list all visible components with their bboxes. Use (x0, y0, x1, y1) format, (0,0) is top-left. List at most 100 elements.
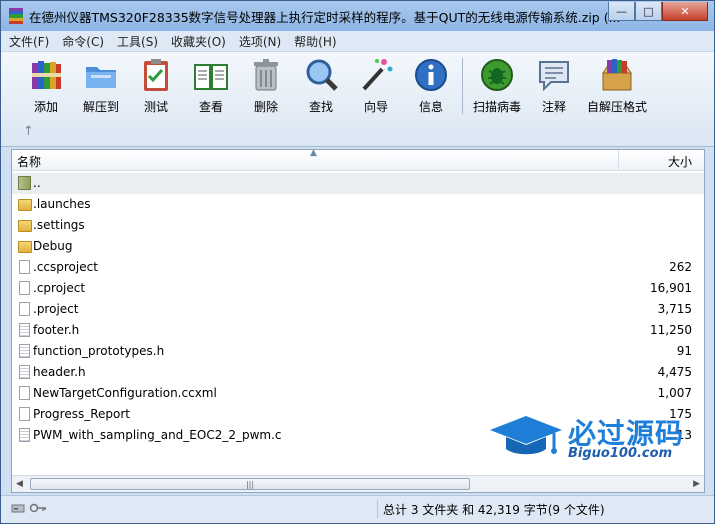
file-name: Debug (33, 239, 73, 253)
close-button[interactable]: ✕ (662, 2, 708, 21)
view-label: 查看 (198, 100, 223, 114)
magnifier-icon (302, 56, 340, 94)
scroll-right-icon[interactable]: ▶ (693, 479, 700, 489)
list-header: 名称 ▲ 大小 (12, 148, 704, 171)
menu-commands[interactable]: 命令(C) (62, 33, 104, 50)
key-icon[interactable] (29, 502, 47, 514)
file-name: header.h (33, 365, 86, 379)
sfx-label: 自解压格式 (587, 100, 648, 114)
find-label: 查找 (308, 100, 333, 114)
scrollbar-grip-icon: ||| (245, 479, 255, 489)
text-file-icon (19, 365, 30, 379)
extract-to-label: 解压到 (82, 100, 119, 114)
clipboard-check-icon (137, 56, 175, 94)
virus-scan-icon (478, 56, 516, 94)
comment-icon (535, 56, 573, 94)
list-item[interactable]: .cproject 16,901 (12, 278, 704, 299)
file-list[interactable]: 名称 ▲ 大小 .. .launches .settings Debug .cc… (11, 148, 705, 493)
test-label: 测试 (143, 100, 168, 114)
menu-tools[interactable]: 工具(S) (117, 33, 158, 50)
file-size: 1,007 (657, 386, 692, 400)
toolbar-separator (462, 58, 463, 114)
list-item[interactable]: footer.h 11,250 (12, 320, 704, 341)
info-button[interactable]: 信息 (405, 56, 457, 115)
file-icon (19, 386, 30, 400)
file-name: footer.h (33, 323, 80, 337)
maximize-button[interactable]: □ (635, 2, 662, 21)
find-button[interactable]: 查找 (295, 56, 347, 115)
title-bar[interactable]: 在德州仪器TMS320F28335数字信号处理器上执行定时采样的程序。基于QUT… (1, 1, 714, 31)
minimize-button[interactable]: — (608, 2, 635, 21)
parent-folder-icon (18, 176, 31, 190)
menu-options[interactable]: 选项(N) (239, 33, 281, 50)
sort-ascending-icon: ▲ (310, 148, 317, 158)
comment-button[interactable]: 注释 (528, 56, 580, 115)
file-name: .cproject (33, 281, 86, 295)
column-name-header[interactable]: 名称 (17, 153, 41, 170)
winrar-window: 在德州仪器TMS320F28335数字信号处理器上执行定时采样的程序。基于QUT… (0, 0, 715, 524)
horizontal-scrollbar[interactable]: ◀ ||| ▶ (12, 475, 704, 492)
file-name: .. (33, 176, 41, 190)
test-button[interactable]: 测试 (130, 56, 182, 115)
menu-bar: 文件(F) 命令(C) 工具(S) 收藏夹(O) 选项(N) 帮助(H) (1, 31, 714, 51)
folder-extract-icon (82, 56, 120, 94)
column-size-header[interactable]: 大小 (668, 153, 692, 170)
wizard-button[interactable]: 向导 (350, 56, 402, 115)
file-name: NewTargetConfiguration.ccxml (33, 386, 217, 400)
list-item[interactable]: .project 3,715 (12, 299, 704, 320)
list-item-parent[interactable]: .. (12, 173, 704, 194)
info-icon (412, 56, 450, 94)
list-item[interactable]: function_prototypes.h 91 (12, 341, 704, 362)
text-file-icon (19, 428, 30, 442)
menu-file[interactable]: 文件(F) (9, 33, 49, 50)
file-name: PWM_with_sampling_and_EOC2_2_pwm.c (33, 428, 282, 442)
list-item[interactable]: Debug (12, 236, 704, 257)
status-bar: 总计 3 文件夹 和 42,319 字节(9 个文件) (1, 495, 714, 523)
info-label: 信息 (418, 100, 443, 114)
file-name: .settings (33, 218, 85, 232)
view-button[interactable]: 查看 (185, 56, 237, 115)
delete-button[interactable]: 删除 (240, 56, 292, 115)
file-size: 91 (676, 344, 692, 358)
file-name: .launches (33, 197, 91, 211)
add-label: 添加 (33, 100, 58, 114)
toolbar: 添加 解压到 测试 查看 删除 查找 向导 信息 扫描病毒 注释 自解压格式 ↑ (1, 51, 714, 147)
drive-icon[interactable] (11, 502, 25, 514)
winrar-app-icon (9, 8, 23, 25)
menu-help[interactable]: 帮助(H) (294, 33, 336, 50)
text-file-icon (19, 344, 30, 358)
scrollbar-thumb[interactable]: ||| (30, 478, 470, 490)
list-item[interactable]: header.h 4,475 (12, 362, 704, 383)
file-name: .project (33, 302, 79, 316)
menu-favorites[interactable]: 收藏夹(O) (171, 33, 226, 50)
up-one-level-button[interactable]: ↑ (23, 124, 34, 139)
trash-can-icon (247, 56, 285, 94)
status-separator (377, 500, 378, 518)
scroll-left-icon[interactable]: ◀ (16, 479, 23, 489)
virus-scan-label: 扫描病毒 (472, 100, 521, 114)
virus-scan-button[interactable]: 扫描病毒 (471, 56, 523, 115)
file-size: 11,250 (650, 323, 692, 337)
extract-to-button[interactable]: 解压到 (75, 56, 127, 115)
file-icon (19, 260, 30, 274)
file-size: 4,475 (657, 365, 692, 379)
comment-label: 注释 (541, 100, 566, 114)
file-size: 16,901 (650, 281, 692, 295)
books-add-icon (27, 56, 65, 94)
file-icon (19, 407, 30, 421)
open-book-icon (192, 56, 230, 94)
status-summary: 总计 3 文件夹 和 42,319 字节(9 个文件) (383, 503, 605, 517)
file-size: 262 (669, 260, 692, 274)
sfx-box-icon (598, 56, 636, 94)
add-button[interactable]: 添加 (20, 56, 72, 115)
list-item[interactable]: .launches (12, 194, 704, 215)
file-icon (19, 302, 30, 316)
list-item[interactable]: .ccsproject 262 (12, 257, 704, 278)
folder-icon (18, 241, 32, 253)
sfx-button[interactable]: 自解压格式 (587, 56, 647, 115)
column-divider[interactable] (618, 150, 619, 171)
window-title: 在德州仪器TMS320F28335数字信号处理器上执行定时采样的程序。基于QUT… (29, 9, 621, 25)
file-name: .ccsproject (33, 260, 98, 274)
list-item[interactable]: .settings (12, 215, 704, 236)
list-item[interactable]: NewTargetConfiguration.ccxml 1,007 (12, 383, 704, 404)
